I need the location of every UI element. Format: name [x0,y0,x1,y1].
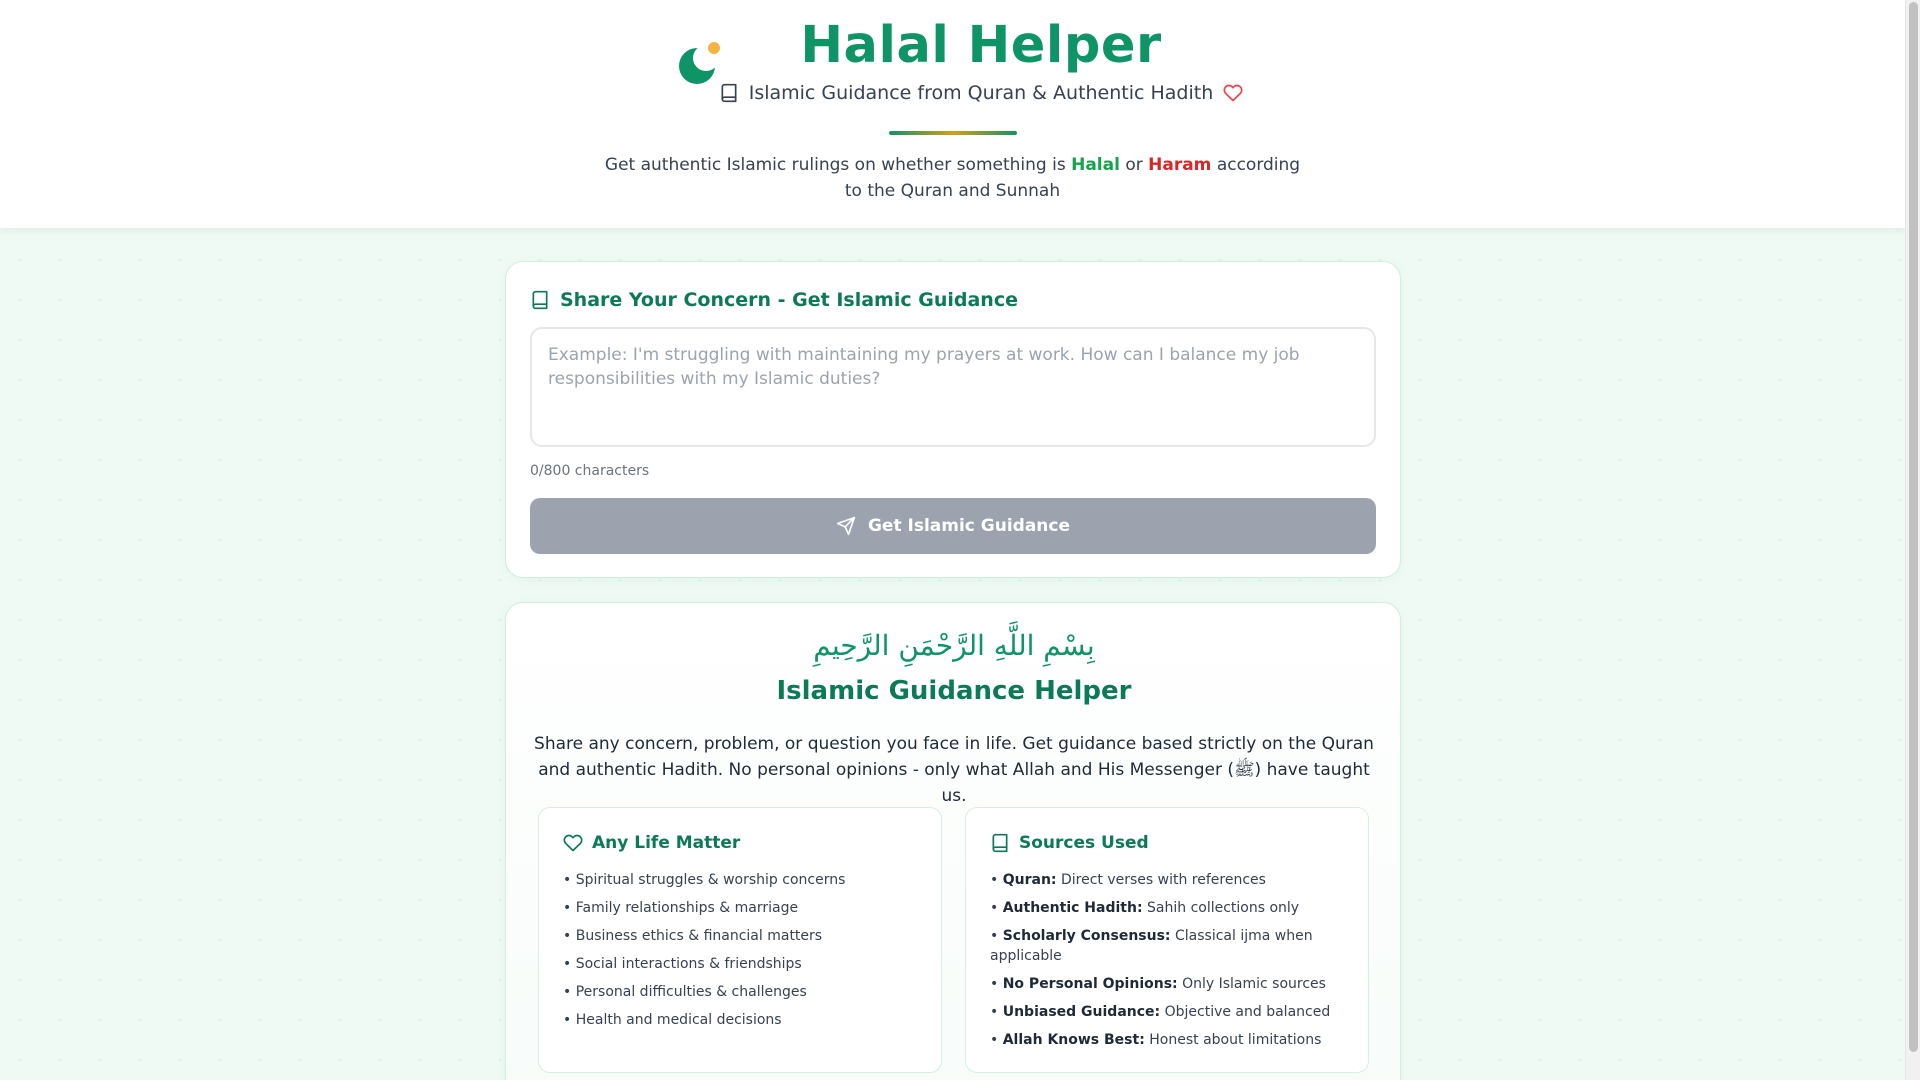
list-item: • Scholarly Consensus: Classical ijma wh… [990,928,1313,964]
form-heading: Share Your Concern - Get Islamic Guidanc… [530,289,1018,311]
list-item: • Social interactions & friendships [563,956,802,972]
source-text: Honest about limitations [1149,1032,1322,1048]
intro-or: or [1125,155,1143,175]
app-title: Halal Helper [800,16,1162,75]
book-icon [992,833,1008,853]
list-item-text: Personal difficulties & challenges [575,984,807,1000]
intro-text: Get authentic Islamic rulings on whether… [600,152,1305,204]
list-item: • Spiritual struggles & worship concerns [563,872,846,888]
book-icon [721,83,737,103]
list-item-text: Family relationships & marriage [575,900,799,916]
tagline-text: Islamic Guidance from Quran & Authentic … [748,82,1214,104]
source-text: Sahih collections only [1147,900,1300,916]
page-scrollbar[interactable] [1905,0,1920,1080]
source-text: Direct verses with references [1060,872,1266,888]
form-heading-text: Share Your Concern - Get Islamic Guidanc… [560,289,1018,311]
list-item-text: Social interactions & friendships [575,956,802,972]
tagline: Islamic Guidance from Quran & Authentic … [0,82,1905,104]
source-label: Scholarly Consensus: [1002,928,1171,944]
intro-before: Get authentic Islamic rulings on whether… [604,155,1066,175]
source-label: Allah Knows Best: [1002,1032,1145,1048]
life-matters-heading: Any Life Matter [563,833,740,853]
bismillah: بِسْمِ اللَّهِ الرَّحْمَنِ الرَّحِيمِ [813,629,1095,662]
list-item: • Business ethics & financial matters [563,928,823,944]
source-label: Authentic Hadith: [1002,900,1143,916]
source-text: Only Islamic sources [1182,976,1326,992]
send-icon [836,516,856,536]
get-guidance-button[interactable]: Get Islamic Guidance [530,498,1376,554]
book-icon [532,290,548,310]
info-card: بِسْمِ اللَّهِ الرَّحْمَنِ الرَّحِيمِ Is… [505,602,1401,1080]
list-item: • Health and medical decisions [563,1012,782,1028]
haram-label: Haram [1148,155,1212,175]
site-header: Halal Helper Islamic Guidance from Quran… [0,0,1905,228]
list-item-text: Business ethics & financial matters [575,928,823,944]
sources-heading: Sources Used [990,833,1149,853]
source-text: Objective and balanced [1164,1004,1331,1020]
list-item: • No Personal Opinions: Only Islamic sou… [990,976,1326,992]
halal-label: Halal [1071,155,1120,175]
header-divider [889,131,1017,135]
scrollbar-thumb[interactable] [1909,2,1918,1052]
heart-icon [1223,84,1243,102]
life-matters-heading-text: Any Life Matter [592,833,741,853]
list-item: • Unbiased Guidance: Objective and balan… [990,1004,1331,1020]
info-description: Share any concern, problem, or question … [534,734,1374,806]
list-item: • Family relationships & marriage [563,900,799,916]
list-item: • Quran: Direct verses with references [990,872,1266,888]
list-item-text: Health and medical decisions [575,1012,782,1028]
sources-card: Sources Used • Quran: Direct verses with… [965,807,1369,1073]
character-counter: 0/800 characters [530,463,650,479]
source-label: Quran: [1002,872,1057,888]
life-matters-list: • Spiritual struggles & worship concerns… [563,870,923,1038]
heart-icon [563,834,583,852]
source-label: Unbiased Guidance: [1002,1004,1161,1020]
list-item: • Authentic Hadith: Sahih collections on… [990,900,1300,916]
list-item-text: Spiritual struggles & worship concerns [575,872,846,888]
list-item: • Personal difficulties & challenges [563,984,807,1000]
source-label: No Personal Opinions: [1002,976,1178,992]
concern-form-card: Share Your Concern - Get Islamic Guidanc… [505,261,1401,578]
get-guidance-label: Get Islamic Guidance [867,516,1071,536]
sources-list: • Quran: Direct verses with references •… [990,870,1350,1058]
concern-input[interactable] [530,327,1376,447]
info-title: Islamic Guidance Helper [776,676,1132,706]
sources-heading-text: Sources Used [1019,833,1149,853]
life-matters-card: Any Life Matter • Spiritual struggles & … [538,807,942,1073]
list-item: • Allah Knows Best: Honest about limitat… [990,1032,1322,1048]
